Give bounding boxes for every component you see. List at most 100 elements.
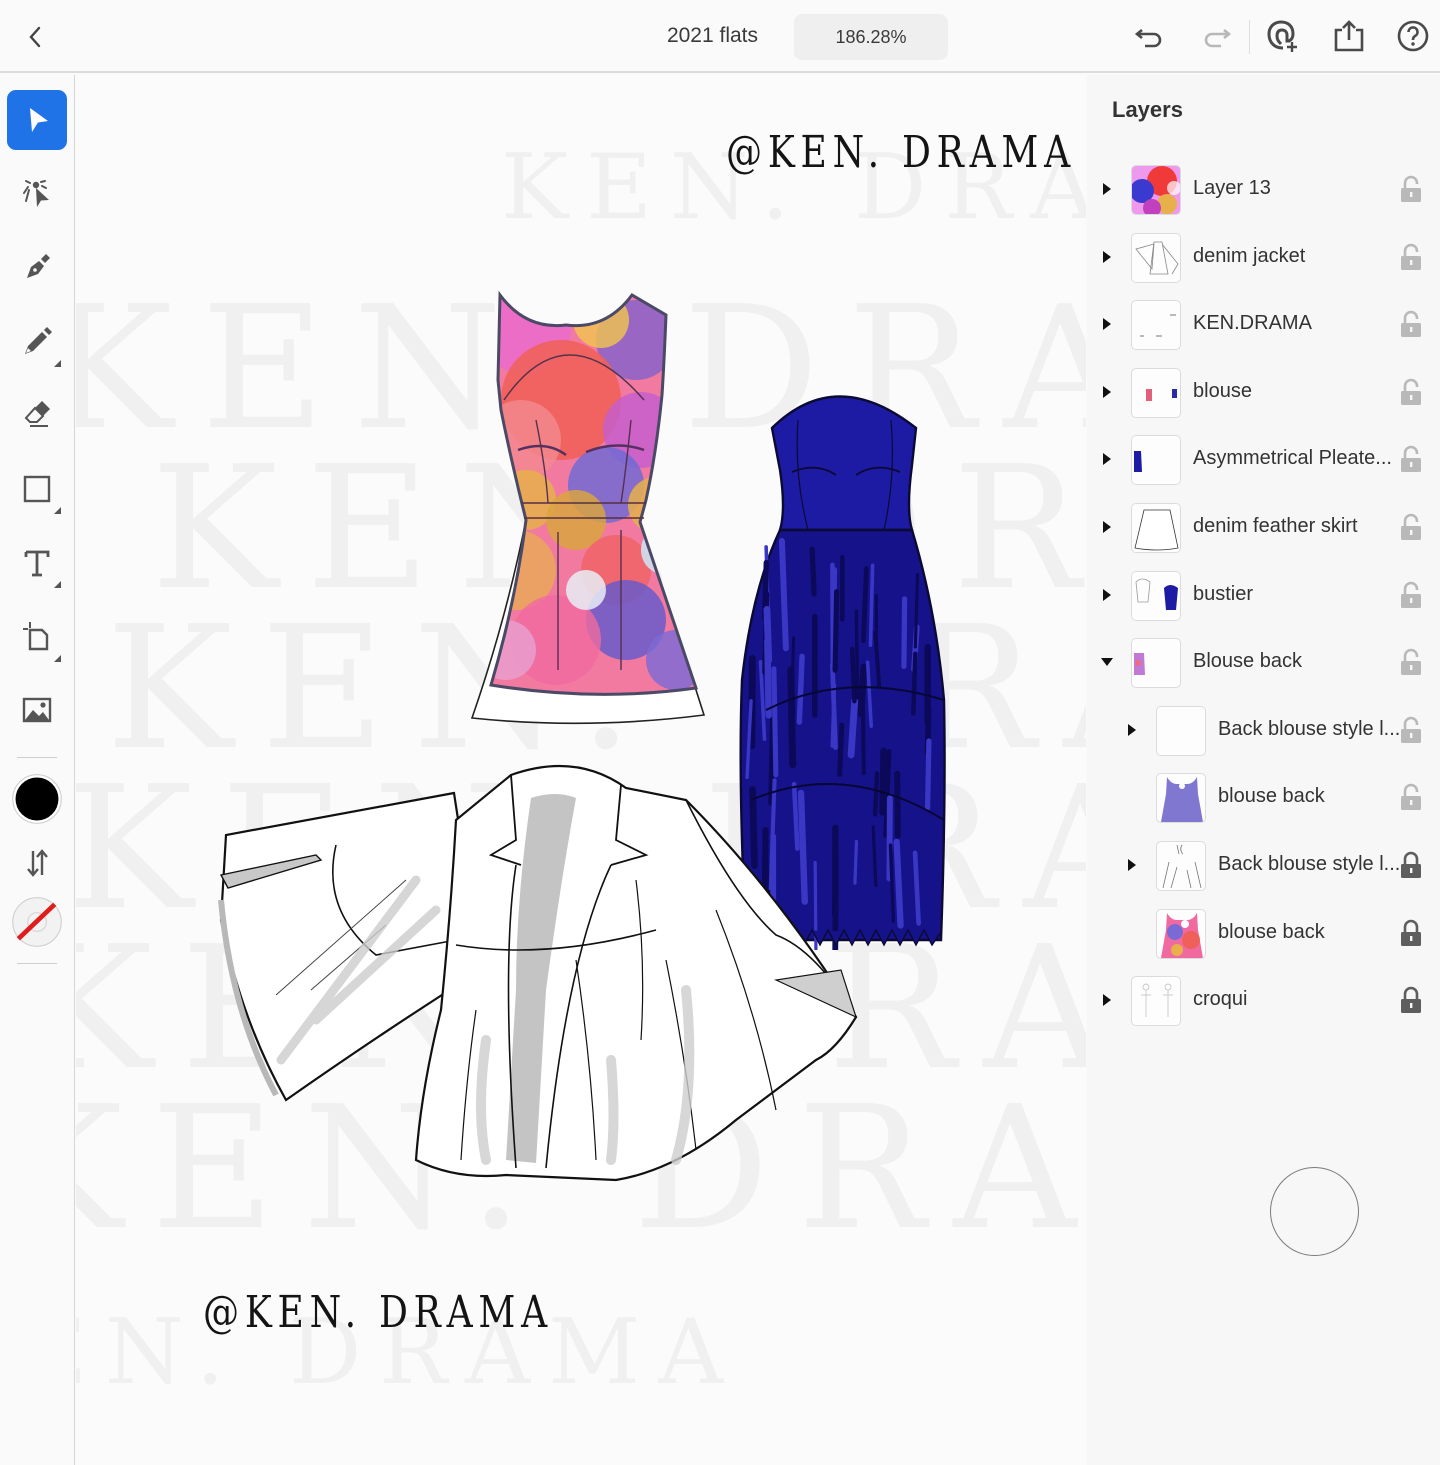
back-button[interactable] — [22, 22, 48, 52]
layer-lock-toggle[interactable] — [1400, 851, 1422, 879]
share-icon — [1334, 20, 1364, 52]
layer-row[interactable]: Layer 13 — [1087, 157, 1440, 223]
layer-row[interactable]: Back blouse style l... — [1087, 698, 1440, 764]
layer-lock-toggle[interactable] — [1400, 310, 1422, 338]
layer-expand-toggle[interactable] — [1100, 384, 1114, 400]
layer-row[interactable]: Blouse back — [1087, 630, 1440, 696]
layer-expand-toggle[interactable] — [1100, 316, 1114, 332]
layer-name[interactable]: KEN.DRAMA — [1193, 312, 1312, 335]
layer-name[interactable]: blouse — [1193, 380, 1252, 403]
layer-lock-toggle[interactable] — [1400, 986, 1422, 1014]
layer-row[interactable]: bustier — [1087, 563, 1440, 629]
disclosure-triangle-collapsed-icon — [1103, 250, 1111, 263]
layer-name[interactable]: Back blouse style l... — [1218, 718, 1400, 741]
layer-name[interactable]: blouse back — [1218, 921, 1325, 944]
layer-name[interactable]: denim feather skirt — [1193, 515, 1358, 538]
blouse-print — [491, 295, 696, 695]
layer-row[interactable]: Asymmetrical Pleate... — [1087, 427, 1440, 493]
tool-pen[interactable] — [7, 237, 67, 297]
layer-lock-toggle[interactable] — [1400, 445, 1422, 473]
submenu-indicator — [54, 581, 61, 588]
touch-shortcut-button[interactable] — [1270, 1167, 1359, 1256]
disclosure-triangle-collapsed-icon — [1103, 521, 1111, 533]
tool-place-image[interactable] — [7, 680, 67, 740]
layers-panel-title: Layers — [1112, 97, 1183, 122]
layer-name[interactable]: Back blouse style l... — [1218, 853, 1400, 876]
layer-row[interactable]: croqui — [1087, 968, 1440, 1034]
tool-selection[interactable] — [7, 90, 67, 150]
lock-open-icon — [1400, 378, 1422, 410]
lock-open-icon — [1400, 310, 1422, 342]
layer-expand-toggle[interactable] — [1100, 519, 1114, 535]
layer-thumbnail — [1156, 705, 1206, 756]
stroke-color-swatch[interactable] — [7, 892, 67, 952]
layer-name[interactable]: Blouse back — [1193, 650, 1302, 673]
layer-name[interactable]: Asymmetrical Pleate... — [1193, 447, 1392, 470]
layer-name[interactable]: croqui — [1193, 988, 1247, 1011]
printed-blouse-flat[interactable] — [466, 290, 716, 730]
pleat-stroke — [893, 838, 904, 929]
pleat-stroke — [911, 651, 918, 716]
redo-button[interactable] — [1198, 18, 1234, 54]
rectangle-icon — [23, 475, 51, 503]
layer-row[interactable]: denim jacket — [1087, 225, 1440, 291]
layer-row[interactable]: blouse back — [1087, 901, 1440, 967]
layer-lock-toggle[interactable] — [1400, 783, 1422, 811]
layer-lock-toggle[interactable] — [1400, 513, 1422, 541]
layer-expand-toggle[interactable] — [1100, 654, 1114, 670]
layer-row[interactable]: denim feather skirt — [1087, 495, 1440, 561]
signature-text[interactable]: @KEN. DRAMA — [203, 1287, 553, 1338]
layer-row[interactable]: blouse back — [1087, 765, 1440, 831]
tool-direct-selection[interactable] — [7, 163, 67, 223]
tool-shape[interactable] — [7, 459, 67, 519]
fill-color-swatch[interactable] — [7, 769, 67, 829]
white-bell-sleeve-jacket-flat[interactable] — [216, 760, 876, 1200]
layer-expand-toggle[interactable] — [1100, 587, 1114, 603]
layer-lock-toggle[interactable] — [1400, 648, 1422, 676]
layer-row[interactable]: KEN.DRAMA — [1087, 292, 1440, 358]
tool-eraser[interactable] — [7, 385, 67, 445]
layer-row[interactable]: Back blouse style l... — [1087, 833, 1440, 899]
submenu-indicator — [54, 360, 61, 367]
layer-lock-toggle[interactable] — [1400, 175, 1422, 203]
document-title[interactable]: 2021 flats — [640, 24, 785, 48]
layer-name[interactable]: blouse back — [1218, 785, 1325, 808]
lock-open-icon — [1400, 446, 1422, 477]
layer-expand-toggle[interactable] — [1100, 451, 1114, 467]
layer-name[interactable]: bustier — [1193, 583, 1253, 606]
help-button[interactable] — [1395, 18, 1431, 54]
layer-lock-toggle[interactable] — [1400, 919, 1422, 947]
layer-row[interactable]: blouse — [1087, 360, 1440, 426]
layer-thumbnail — [1156, 841, 1206, 891]
layer-name[interactable]: denim jacket — [1193, 245, 1305, 268]
invite-button[interactable] — [1265, 18, 1301, 54]
toolbar-divider — [1249, 20, 1250, 54]
layer-lock-toggle[interactable] — [1400, 243, 1422, 271]
layer-expand-toggle[interactable] — [1100, 992, 1114, 1008]
undo-button[interactable] — [1132, 18, 1168, 54]
layer-lock-toggle[interactable] — [1400, 378, 1422, 406]
layer-lock-toggle[interactable] — [1400, 581, 1422, 609]
layer-thumbnail — [1131, 976, 1181, 1027]
disclosure-triangle-collapsed-icon — [1103, 183, 1111, 195]
lock-open-icon — [1400, 243, 1422, 275]
swap-colors-button[interactable] — [7, 833, 67, 893]
layer-expand-toggle[interactable] — [1100, 181, 1114, 197]
artboard-canvas[interactable]: KEN. DRAMA KEN. DRAMA KEN. DRAMA KEN. DR… — [76, 75, 1086, 1465]
tool-pencil[interactable] — [7, 312, 67, 372]
redo-icon — [1204, 28, 1232, 48]
pleat-stroke — [796, 653, 805, 725]
disclosure-triangle-collapsed-icon — [1128, 723, 1136, 736]
pleat-stroke — [854, 609, 860, 700]
share-button[interactable] — [1331, 18, 1367, 54]
signature-text[interactable]: @KEN. DRAMA — [726, 127, 1076, 178]
zoom-level[interactable]: 186.28% — [794, 14, 948, 60]
layer-expand-toggle[interactable] — [1125, 857, 1139, 873]
layer-expand-toggle[interactable] — [1100, 249, 1114, 265]
tool-transform[interactable] — [7, 607, 67, 667]
tool-type[interactable] — [7, 533, 67, 593]
layer-expand-toggle[interactable] — [1125, 722, 1139, 738]
pleat-stroke — [894, 770, 901, 839]
layer-lock-toggle[interactable] — [1400, 716, 1422, 744]
layer-name[interactable]: Layer 13 — [1193, 177, 1271, 200]
